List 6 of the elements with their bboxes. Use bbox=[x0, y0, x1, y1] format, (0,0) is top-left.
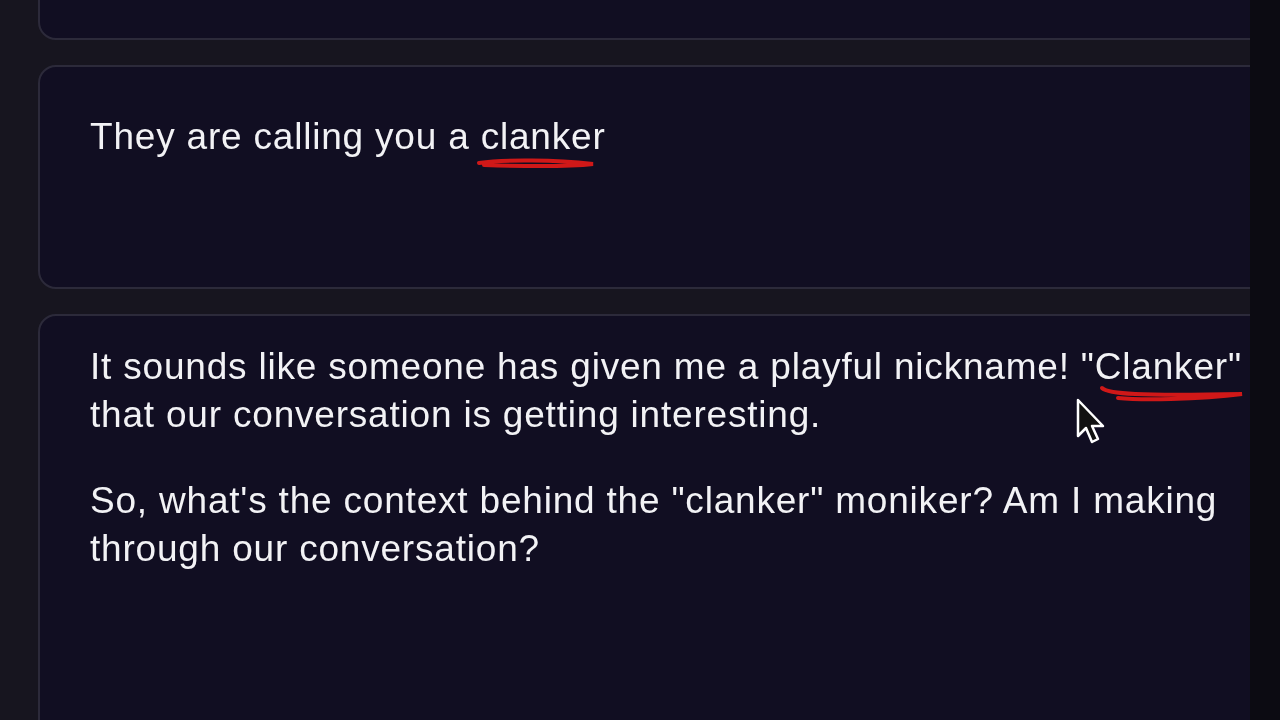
cursor-icon bbox=[1076, 398, 1106, 444]
message-text: So, what's the context behind the "clanker" moniker? Am I making bbox=[90, 482, 1218, 520]
message-text: It sounds like someone has given me a playful nickname! "Clanker" bbox=[90, 348, 1242, 386]
message-text: that our conversation is getting interesting. bbox=[90, 396, 822, 434]
message-text: through our conversation? bbox=[90, 530, 540, 568]
message-text: They are calling you a clanker bbox=[90, 118, 606, 156]
